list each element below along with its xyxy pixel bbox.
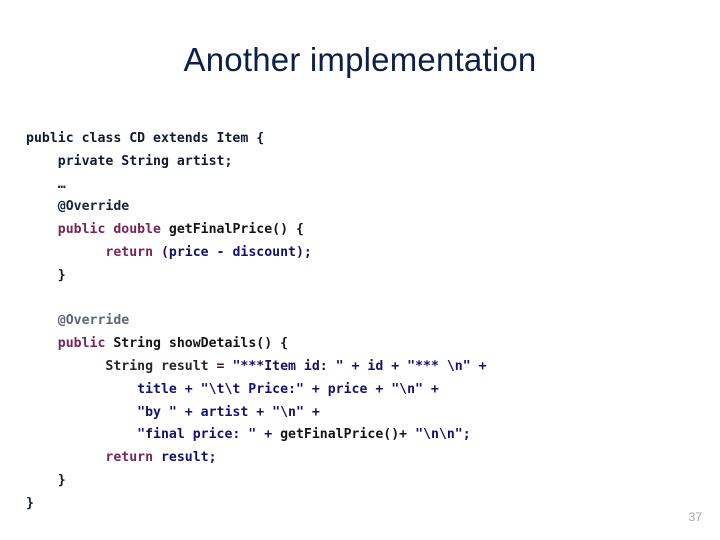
code-token: public double bbox=[57, 222, 169, 238]
code-token: "by " + artist + "\n" + bbox=[137, 404, 320, 420]
code-token: "***Item id: " + id + "*** \n" + bbox=[232, 358, 487, 374]
page-title: Another implementation bbox=[183, 41, 537, 78]
code-token: public bbox=[57, 336, 114, 352]
code-token: getFinalPrice()+ bbox=[280, 427, 416, 443]
line-title-price: title + "\t\t Price:" + price + "\n" + bbox=[26, 379, 694, 402]
page-number: 37 bbox=[688, 510, 702, 524]
code-token: @Override bbox=[57, 313, 130, 329]
code-token: "final price: " + bbox=[137, 427, 281, 443]
code-token: (price - discount); bbox=[160, 244, 312, 260]
line-return-result: return result; bbox=[26, 447, 694, 470]
code-token: @Override bbox=[57, 199, 130, 215]
line-blank-1 bbox=[26, 288, 694, 311]
code-token: private String artist; bbox=[57, 153, 233, 169]
code-token: return bbox=[105, 244, 161, 260]
line-return-price: return (price - discount); bbox=[26, 242, 694, 265]
code-token: String showDetails() { bbox=[113, 336, 289, 352]
line-by-artist: "by " + artist + "\n" + bbox=[26, 402, 694, 425]
line-close-showdetails: } bbox=[26, 470, 694, 493]
line-close-class: } bbox=[26, 493, 694, 516]
code-token: … bbox=[57, 176, 66, 192]
code-token: "\n\n"; bbox=[415, 427, 471, 443]
line-result-init: String result = "***Item id: " + id + "*… bbox=[26, 356, 694, 379]
line-getfinalprice-sig: public double getFinalPrice() { bbox=[26, 219, 694, 242]
code-token: } bbox=[57, 472, 66, 488]
line-override-1: @Override bbox=[26, 196, 694, 219]
code-token: } bbox=[57, 267, 66, 283]
code-block: public class CD extends Item { private S… bbox=[26, 128, 694, 516]
line-ellipsis: … bbox=[26, 174, 694, 197]
code-token: return bbox=[105, 450, 161, 466]
line-showdetails-sig: public String showDetails() { bbox=[26, 333, 694, 356]
line-close-getfinalprice: } bbox=[26, 265, 694, 288]
line-class-decl: public class CD extends Item { bbox=[26, 128, 694, 151]
code-token: String result = bbox=[105, 358, 233, 374]
code-token: getFinalPrice() { bbox=[168, 222, 304, 238]
code-token: } bbox=[26, 495, 34, 511]
line-field-artist: private String artist; bbox=[26, 151, 694, 174]
line-final-price: "final price: " + getFinalPrice()+ "\n\n… bbox=[26, 424, 694, 447]
code-token: public class CD extends Item { bbox=[26, 131, 265, 146]
code-token: title + "\t\t Price:" + price + "\n" + bbox=[137, 381, 439, 397]
code-token: result; bbox=[160, 450, 217, 466]
line-override-2: @Override bbox=[26, 310, 694, 333]
